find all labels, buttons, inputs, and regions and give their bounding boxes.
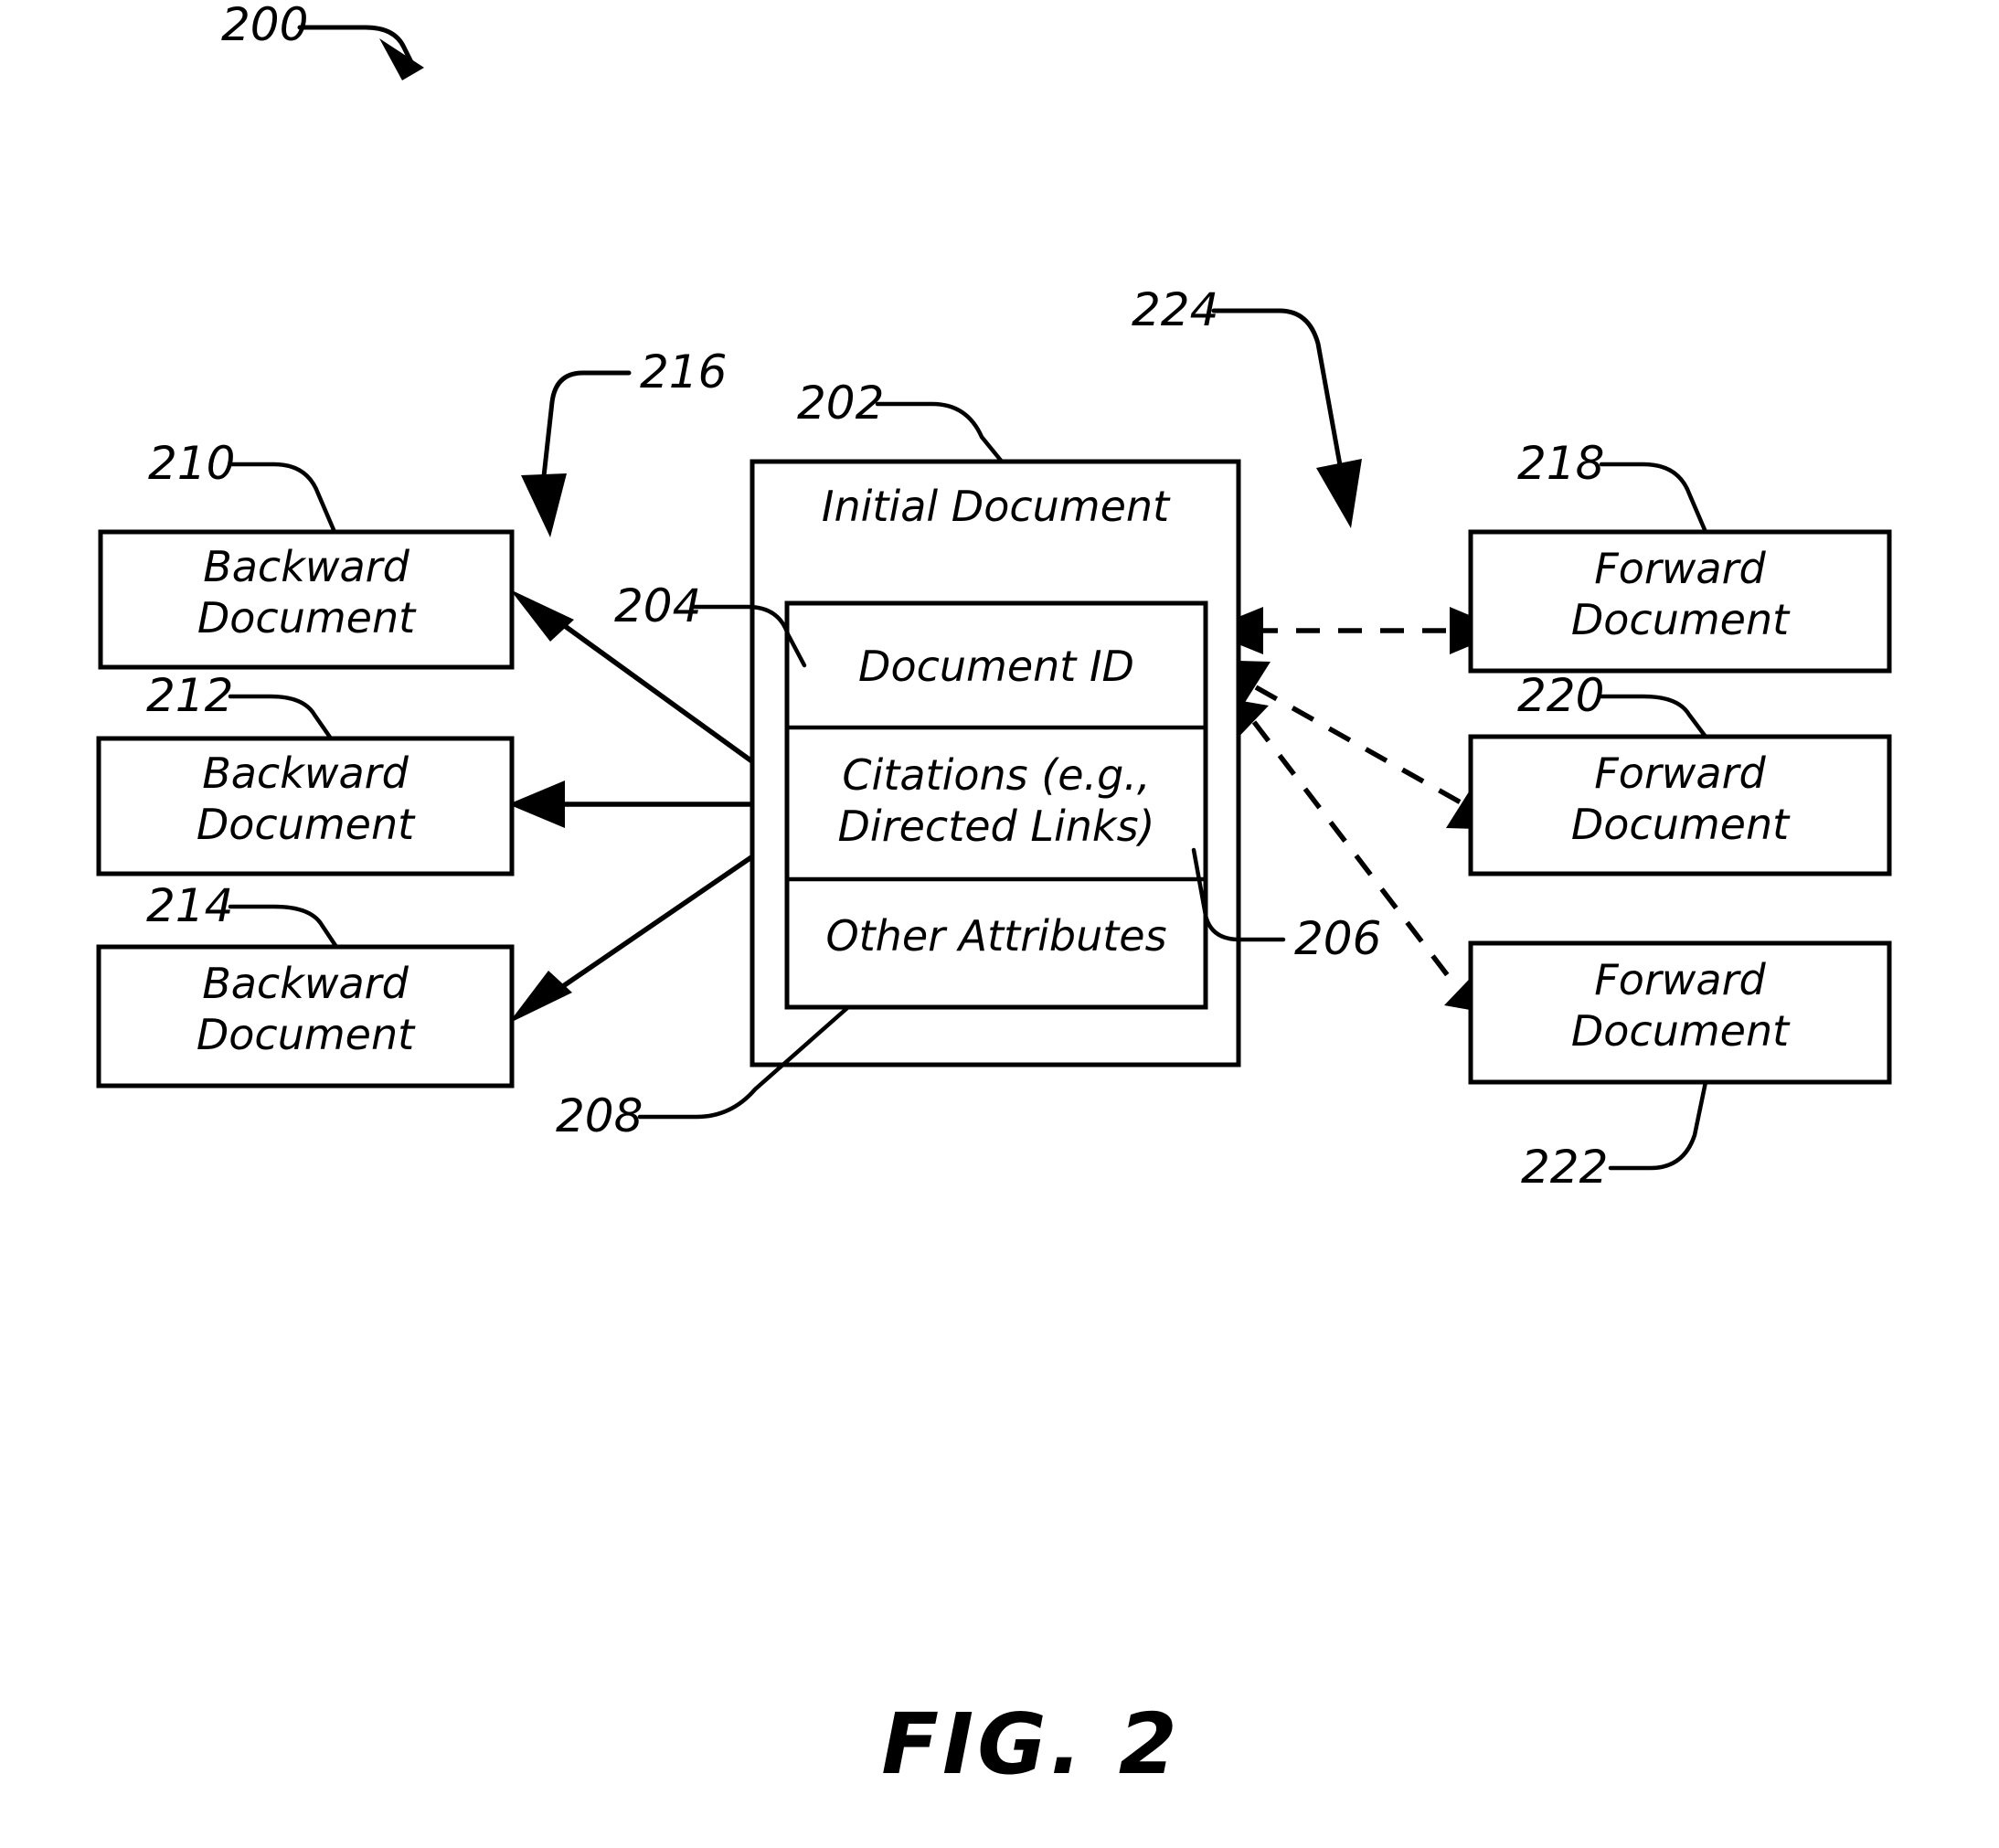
forward-document-3-label-line2: Document	[1571, 1006, 1791, 1056]
ref-220-leader-line	[1599, 694, 1708, 739]
initial-document-title: Initial Document	[822, 482, 1171, 531]
forward-group-ref-224-label: 224	[1132, 283, 1218, 336]
backward-group-arrowhead-icon	[521, 473, 567, 537]
initial-document-attribute-table: Document ID Citations (e.g., Directed Li…	[784, 600, 1208, 1010]
backward-document-1-label-line2: Document	[197, 593, 417, 643]
patent-figure-200: 200 216 224 Initial Document Document ID…	[0, 0, 1999, 1848]
figure-canvas: 200 216 224 Initial Document Document ID…	[96, 0, 1892, 1793]
ref-204-label: 204	[614, 579, 701, 632]
forward-document-1-label-line2: Document	[1571, 595, 1791, 644]
attribute-row-document-id-label: Document ID	[858, 642, 1134, 691]
backward-document-3-label-line2: Document	[197, 1010, 416, 1059]
backward-document-1-label-line1: Backward	[203, 542, 409, 591]
backward-group-ref-216-callout: 216	[521, 345, 727, 537]
initial-document-box[interactable]: Initial Document Document ID Citations (…	[750, 459, 1241, 1067]
backward-document-box-3[interactable]: Backward Document	[96, 944, 515, 1089]
citation-arrow-3-arrowhead-icon	[508, 971, 572, 1024]
backward-group-leader-line	[540, 370, 632, 487]
figure-caption: FIG. 2	[881, 1695, 1181, 1793]
ref-218-label: 218	[1517, 437, 1604, 490]
attribute-row-citations-label-line1: Citations (e.g.,	[842, 750, 1150, 800]
ref-220-callout: 220	[1517, 669, 1708, 739]
forward-document-box-3[interactable]: Forward Document	[1468, 940, 1892, 1085]
ref-210-callout: 210	[148, 437, 337, 535]
forward-document-1-label-line1: Forward	[1594, 544, 1766, 593]
ref-214-leader-line	[228, 904, 339, 950]
forward-document-3-label-line1: Forward	[1594, 955, 1766, 1004]
ref-222-leader-line	[1608, 1079, 1708, 1171]
ref-212-label: 212	[146, 669, 233, 722]
attribute-row-other-attributes-label: Other Attributes	[825, 911, 1166, 961]
attribute-row-citations-label-line2: Directed Links)	[838, 802, 1155, 851]
ref-218-callout: 218	[1517, 437, 1708, 535]
forward-document-box-2[interactable]: Forward Document	[1468, 734, 1892, 876]
ref-202-leader-line	[875, 401, 1005, 464]
ref-214-callout: 214	[146, 879, 339, 950]
forward-group-leader-line	[1211, 308, 1345, 478]
backward-document-3-label-line1: Backward	[202, 959, 409, 1008]
citation-arrow-2-arrowhead-icon	[508, 781, 565, 828]
ref-212-leader-line	[228, 694, 334, 741]
backward-group-ref-216-label: 216	[640, 345, 727, 398]
ref-208-label: 208	[556, 1089, 643, 1142]
ref-214-label: 214	[146, 879, 233, 932]
forward-document-2-label-line2: Document	[1571, 800, 1791, 849]
ref-202-label: 202	[797, 377, 884, 430]
forward-group-arrowhead-icon	[1316, 459, 1362, 528]
ref-212-callout: 212	[146, 669, 334, 741]
ref-222-label: 222	[1521, 1141, 1608, 1194]
citation-arrow-1-arrowhead-icon	[510, 589, 574, 642]
backward-document-box-2[interactable]: Backward Document	[96, 736, 515, 876]
ref-210-leader-line	[229, 462, 337, 535]
overall-ref-200-label: 200	[221, 0, 308, 51]
ref-206-label: 206	[1294, 912, 1381, 965]
ref-222-callout: 222	[1521, 1079, 1708, 1194]
backward-citation-arrows	[508, 589, 788, 1024]
ref-202-callout: 202	[797, 377, 1005, 464]
overall-ref-200-callout: 200	[221, 0, 424, 80]
backward-document-2-label-line2: Document	[197, 800, 416, 849]
forward-document-2-label-line1: Forward	[1594, 749, 1766, 798]
ref-218-leader-line	[1599, 462, 1708, 535]
backward-document-box-1[interactable]: Backward Document	[98, 529, 515, 670]
backward-document-2-label-line1: Backward	[202, 749, 409, 798]
ref-210-label: 210	[148, 437, 235, 490]
forward-link-arrow-2	[1254, 685, 1462, 805]
forward-document-box-1[interactable]: Forward Document	[1468, 529, 1892, 674]
ref-220-label: 220	[1517, 669, 1604, 722]
